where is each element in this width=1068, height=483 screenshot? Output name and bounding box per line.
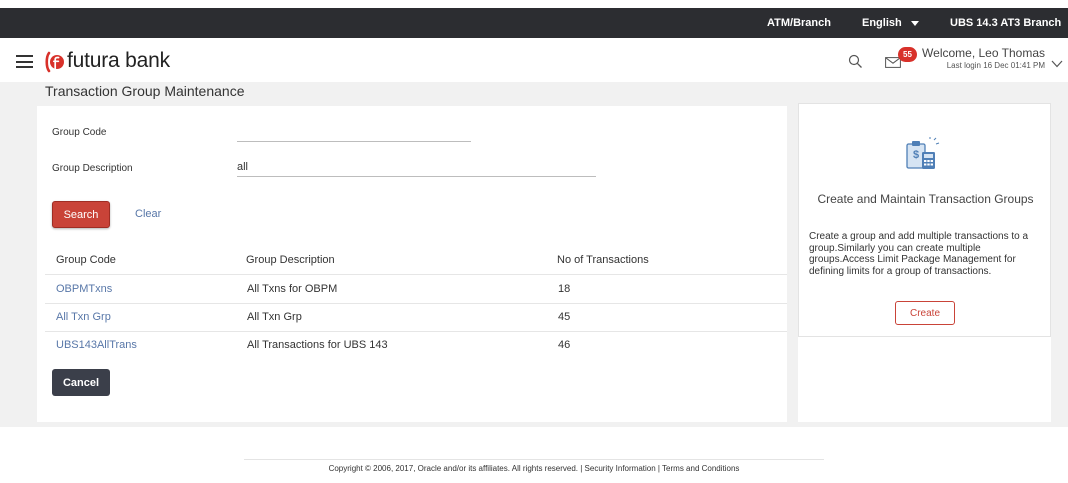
table-row: All Txn Grp All Txn Grp 45: [45, 304, 787, 331]
table-row: UBS143AllTrans All Transactions for UBS …: [45, 332, 787, 359]
branch-selector[interactable]: UBS 14.3 AT3 Branch: [950, 17, 1068, 29]
group-code-input[interactable]: [237, 125, 471, 142]
clear-link[interactable]: Clear: [135, 208, 161, 220]
panel-description: Create a group and add multiple transact…: [809, 231, 1029, 277]
branch-label: UBS 14.3 AT3 Branch: [950, 17, 1062, 29]
column-header-group-code: Group Code: [56, 254, 116, 266]
welcome-text: Welcome, Leo Thomas: [922, 46, 1045, 60]
chevron-down-icon[interactable]: [1051, 55, 1063, 73]
create-transaction-group-panel: $ Create and Maintain Transaction Groups…: [798, 103, 1051, 337]
transaction-count-cell: 45: [558, 311, 571, 323]
group-description-label: Group Description: [52, 163, 133, 174]
search-button[interactable]: Search: [52, 201, 110, 228]
group-code-label: Group Code: [52, 127, 107, 138]
create-button[interactable]: Create: [895, 301, 955, 325]
main-card: [37, 106, 787, 422]
chevron-down-icon: [910, 20, 919, 26]
brand-name: futura bank: [67, 49, 170, 72]
atm-branch-link[interactable]: ATM/Branch: [767, 17, 831, 29]
side-card-extension: [798, 337, 1051, 422]
search-icon[interactable]: [848, 54, 863, 74]
transaction-count-cell: 18: [558, 283, 571, 295]
svg-text:$: $: [913, 149, 919, 161]
menu-icon[interactable]: [16, 55, 33, 68]
top-bar: ATM/Branch English UBS 14.3 AT3 Branch: [0, 8, 1068, 38]
futura-logo-icon: [45, 51, 64, 73]
group-code-link[interactable]: OBPMTxns: [56, 283, 112, 295]
last-login-text: Last login 16 Dec 01:41 PM: [946, 61, 1045, 70]
footer-divider: [244, 459, 824, 460]
panel-title: Create and Maintain Transaction Groups: [817, 192, 1034, 206]
group-description-cell: All Txns for OBPM: [247, 283, 338, 295]
footer-text: Copyright © 2006, 2017, Oracle and/or it…: [328, 464, 740, 473]
page-title: Transaction Group Maintenance: [45, 83, 245, 99]
group-code-link[interactable]: UBS143AllTrans: [56, 339, 137, 351]
transaction-group-icon: $: [904, 137, 940, 178]
group-description-cell: All Transactions for UBS 143: [247, 339, 388, 351]
table-row: OBPMTxns All Txns for OBPM 18: [45, 276, 787, 303]
transaction-count-cell: 46: [558, 339, 571, 351]
group-description-input[interactable]: [237, 158, 596, 177]
group-code-link[interactable]: All Txn Grp: [56, 311, 111, 323]
table-divider: [45, 274, 787, 275]
cancel-button[interactable]: Cancel: [52, 369, 110, 396]
group-description-cell: All Txn Grp: [247, 311, 302, 323]
column-header-no-of-transactions: No of Transactions: [557, 254, 649, 266]
column-header-group-description: Group Description: [246, 254, 335, 266]
notification-badge: 55: [898, 47, 917, 62]
header: futura bank 55 Welcome, Leo Thomas Last …: [0, 38, 1068, 82]
language-selector[interactable]: English: [862, 17, 919, 29]
top-strip: [0, 0, 1068, 8]
user-menu[interactable]: Welcome, Leo Thomas Last login 16 Dec 01…: [922, 46, 1045, 70]
language-label: English: [862, 17, 902, 29]
